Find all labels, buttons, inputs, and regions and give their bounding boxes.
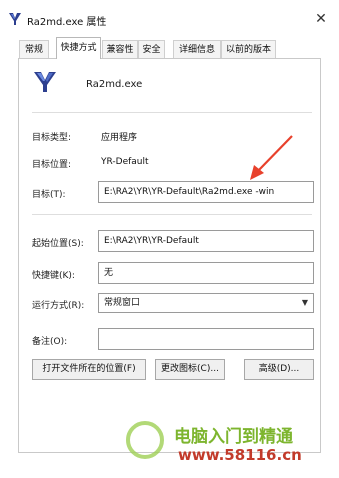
change-icon-button[interactable]: 更改图标(C)... bbox=[155, 359, 225, 380]
run-mode-select[interactable]: 常规窗口 ▼ bbox=[98, 293, 314, 313]
close-icon[interactable]: ✕ bbox=[310, 8, 332, 30]
hotkey-field[interactable]: 无 bbox=[98, 262, 314, 284]
tab-previous-versions[interactable]: 以前的版本 bbox=[221, 40, 276, 58]
tab-general[interactable]: 常规 bbox=[19, 40, 49, 58]
divider bbox=[32, 214, 312, 215]
window-title: Ra2md.exe 属性 bbox=[27, 17, 107, 28]
app-title-icon bbox=[9, 13, 21, 25]
divider bbox=[32, 112, 312, 113]
tab-panel bbox=[18, 58, 321, 453]
target-field[interactable]: E:\RA2\YR\YR-Default\Ra2md.exe -win bbox=[98, 181, 314, 203]
advanced-button[interactable]: 高级(D)... bbox=[244, 359, 314, 380]
watermark-url: www.58116.cn bbox=[178, 446, 302, 464]
target-location-label: 目标位置: bbox=[32, 160, 72, 170]
start-in-label: 起始位置(S): bbox=[32, 239, 84, 249]
comment-field[interactable] bbox=[98, 328, 314, 350]
red-arrow-annotation bbox=[250, 135, 293, 180]
start-in-field[interactable]: E:\RA2\YR\YR-Default bbox=[98, 230, 314, 252]
target-type-value: 应用程序 bbox=[101, 133, 138, 143]
chevron-down-icon: ▼ bbox=[301, 298, 308, 307]
target-label: 目标(T): bbox=[32, 190, 66, 200]
run-label: 运行方式(R): bbox=[32, 301, 85, 311]
ra2-app-icon bbox=[34, 72, 56, 92]
file-name: Ra2md.exe bbox=[86, 79, 143, 90]
target-location-value: YR-Default bbox=[101, 157, 149, 167]
open-file-location-button[interactable]: 打开文件所在的位置(F) bbox=[32, 359, 146, 380]
tab-shortcut[interactable]: 快捷方式 bbox=[56, 37, 101, 59]
hotkey-label: 快捷键(K): bbox=[32, 271, 75, 281]
tab-details[interactable]: 详细信息 bbox=[173, 40, 221, 58]
watermark-logo-icon bbox=[126, 421, 164, 459]
comment-label: 备注(O): bbox=[32, 337, 68, 347]
target-type-label: 目标类型: bbox=[32, 133, 72, 143]
tab-security[interactable]: 安全 bbox=[138, 40, 165, 58]
tab-compatibility[interactable]: 兼容性 bbox=[102, 40, 138, 58]
watermark-text: 电脑入门到精通 bbox=[174, 427, 293, 447]
run-mode-value: 常规窗口 bbox=[104, 298, 141, 308]
